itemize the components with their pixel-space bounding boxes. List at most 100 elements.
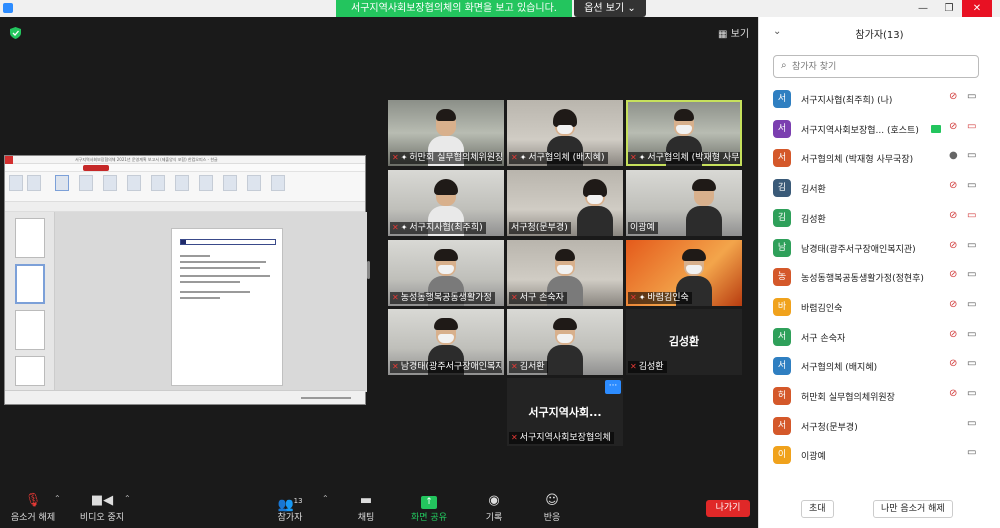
mic-muted-icon[interactable]: ⊘ (949, 299, 957, 310)
record-button[interactable]: ◉ 기록 (480, 492, 508, 523)
participant-name: 김성환 (801, 214, 826, 225)
share-screen-button[interactable]: ↑ 화면 공유 (406, 492, 452, 523)
split-resize-handle[interactable] (367, 261, 370, 279)
mic-muted-icon[interactable]: ⊘ (949, 210, 957, 221)
leave-button[interactable]: 나가기 (706, 500, 750, 517)
mic-muted-icon[interactable]: ⊘ (949, 358, 957, 369)
participant-row[interactable]: 서 서구지역사회보장협... (호스트) ⊘ ▭ (759, 114, 1000, 144)
chat-button[interactable]: ▬ 채팅 (352, 492, 380, 523)
participant-name: 허만회 실무협의체위원장 (801, 393, 895, 403)
minimize-icon[interactable]: — (910, 0, 936, 17)
video-tile[interactable]: ✕ 서구 손숙자 (507, 240, 623, 306)
participant-search[interactable]: ⌕ (773, 55, 979, 78)
participant-row[interactable]: 서 서구청(문부경) ▭ (759, 411, 1000, 441)
camera-off-icon[interactable]: ▭ (967, 358, 976, 369)
camera-off-icon[interactable]: ▭ (967, 447, 976, 458)
participant-row[interactable]: 남 남경태(광주서구장애인복지관) ⊘ ▭ (759, 233, 1000, 263)
meeting-toolbar: 🎙 음소거 해제 ⌃ ■◀ 비디오 중지 ⌃ 👥13 참가자 ⌃ ▬ 채팅 ↑ … (0, 488, 758, 528)
participant-name: 이광예 (801, 452, 826, 463)
mic-muted-icon[interactable]: ⊘ (949, 240, 957, 251)
participant-row[interactable]: 허 허만회 실무협의체위원장 ⊘ ▭ (759, 381, 1000, 411)
video-tile[interactable]: ✕남경태(광주서구장애인복지관) (388, 309, 504, 375)
pin-icon: ✦ (400, 223, 408, 232)
tile-name: 서구청(문부경) (511, 223, 568, 233)
participant-row[interactable]: 김 김성환 ⊘ ▭ (759, 203, 1000, 233)
video-tile[interactable]: 서구청(문부경) (507, 170, 623, 236)
tile-name: 이광예 (630, 223, 655, 233)
video-tile[interactable]: 이광예 (626, 170, 742, 236)
participant-row[interactable]: 김 김서환 ⊘ ▭ (759, 173, 1000, 203)
tile-name: 김서환 (519, 362, 545, 372)
chevron-up-icon[interactable]: ⌃ (124, 494, 131, 503)
more-options-button[interactable]: ··· (605, 380, 621, 394)
hwp-app-icon (5, 156, 13, 164)
mic-muted-icon: 🎙 (24, 493, 42, 508)
video-tile[interactable]: ✕ ✦ 허만회 실무협의체위원장 (388, 100, 504, 166)
avatar: 이 (773, 446, 791, 465)
camera-off-icon[interactable]: ▭ (967, 180, 976, 191)
unmute-button[interactable]: 🎙 음소거 해제 ⌃ (8, 492, 61, 523)
participant-name: 서구지역사회보장협... (호스트) (801, 125, 919, 136)
video-tile[interactable]: ✕ ✦ 서구지사협(최주희) (388, 170, 504, 236)
participant-row[interactable]: 농 농성동행복공동생활가정(정현후) ⊘ ▭ (759, 262, 1000, 292)
mic-muted-icon: ✕ (511, 362, 518, 371)
close-icon[interactable]: ✕ (962, 0, 992, 17)
mic-muted-icon: ✕ (392, 293, 399, 302)
mic-muted-icon[interactable]: ⊘ (949, 269, 957, 280)
mic-muted-icon[interactable]: ⊘ (949, 329, 957, 340)
share-screen-icon: ↑ (406, 492, 452, 510)
tile-name: 농성동행복공동생활가정 (400, 293, 492, 303)
mic-muted-icon[interactable]: ⊘ (949, 388, 957, 399)
chevron-up-icon[interactable]: ⌃ (322, 494, 329, 503)
camera-off-icon[interactable]: ▭ (967, 388, 976, 399)
participant-row[interactable]: 서 서구협의체 (박재형 사무국장) ● ▭ (759, 143, 1000, 173)
chevron-up-icon[interactable]: ⌃ (54, 494, 61, 503)
unmute-me-button[interactable]: 나만 음소거 해제 (873, 500, 953, 518)
video-camera-icon: ■◀ (90, 493, 114, 508)
slide-thumbnails (5, 212, 55, 392)
video-tile[interactable]: ✕ 농성동행복공동생활가정 (388, 240, 504, 306)
tile-name: 바렴김인숙 (647, 293, 689, 303)
mic-icon[interactable]: ● (949, 150, 958, 161)
participant-row[interactable]: 서 서구 손숙자 ⊘ ▭ (759, 322, 1000, 352)
participant-row[interactable]: 이 이광예 ▭ (759, 440, 1000, 470)
camera-off-icon[interactable]: ▭ (967, 269, 976, 280)
camera-off-icon[interactable]: ▭ (967, 418, 976, 429)
camera-off-icon[interactable]: ▭ (967, 150, 976, 161)
view-options-button[interactable]: 옵션 보기 ⌄ (574, 0, 646, 17)
avatar: 서 (773, 149, 791, 168)
participant-row[interactable]: 바 바렴김인숙 ⊘ ▭ (759, 292, 1000, 322)
stop-video-button[interactable]: ■◀ 비디오 중지 ⌃ (78, 492, 131, 523)
camera-off-icon[interactable]: ▭ (967, 91, 976, 102)
shared-screen[interactable]: 서구지역사회보장협의체 2021년 운영계획 보고서 (제출양식 포함) 한컴오… (4, 155, 367, 405)
camera-off-icon[interactable]: ▭ (967, 210, 976, 221)
mic-muted-icon[interactable]: ⊘ (949, 91, 957, 102)
camera-off-icon[interactable]: ▭ (967, 240, 976, 251)
title-strip: 서구지역사회보장협의체의 화면을 보고 있습니다. 옵션 보기 ⌄ — ❐ ✕ (0, 0, 1000, 17)
video-tile-active-speaker[interactable]: ✕✦서구협의체 (박재형 사무국장) (626, 100, 742, 166)
reactions-button[interactable]: ☺ 반응 (538, 492, 566, 523)
view-layout-button[interactable]: ▦ 보기 (718, 25, 749, 40)
video-tile[interactable]: ✕ ✦ 서구협의체 (배지혜) (507, 100, 623, 166)
participant-row[interactable]: 서 서구협의체 (배지혜) ⊘ ▭ (759, 351, 1000, 381)
video-tile[interactable]: ✕ 김서환 (507, 309, 623, 375)
invite-button[interactable]: 초대 (801, 500, 834, 518)
video-tile-no-camera[interactable]: 김성환 ✕ 김성환 (626, 309, 742, 375)
tile-name: 서구협의체 (배지혜) (528, 153, 605, 163)
participants-button[interactable]: 👥13 참가자 ⌃ (272, 492, 328, 523)
mic-muted-icon[interactable]: ⊘ (949, 180, 957, 191)
avatar: 농 (773, 268, 791, 287)
video-tile[interactable]: ✕ ✦ 바렴김인숙 (626, 240, 742, 306)
search-input[interactable] (792, 59, 972, 74)
avatar: 남 (773, 238, 791, 257)
camera-off-icon[interactable]: ▭ (967, 299, 976, 310)
camera-off-icon[interactable]: ▭ (967, 121, 976, 132)
maximize-icon[interactable]: ❐ (936, 0, 962, 17)
video-tile-no-camera[interactable]: ··· 서구지역사회... ✕ 서구지역사회보장협의체 (507, 378, 623, 446)
camera-off-icon[interactable]: ▭ (967, 329, 976, 340)
participant-row[interactable]: 서 서구지사협(최주희) (나) ⊘ ▭ (759, 84, 1000, 114)
zoom-meeting-window: 서구지역사회보장협의체의 화면을 보고 있습니다. 옵션 보기 ⌄ — ❐ ✕ … (0, 0, 1000, 528)
mic-muted-icon[interactable]: ⊘ (949, 121, 957, 132)
tile-big-name: 김성환 (668, 335, 700, 348)
participant-name: 김서환 (801, 185, 826, 196)
